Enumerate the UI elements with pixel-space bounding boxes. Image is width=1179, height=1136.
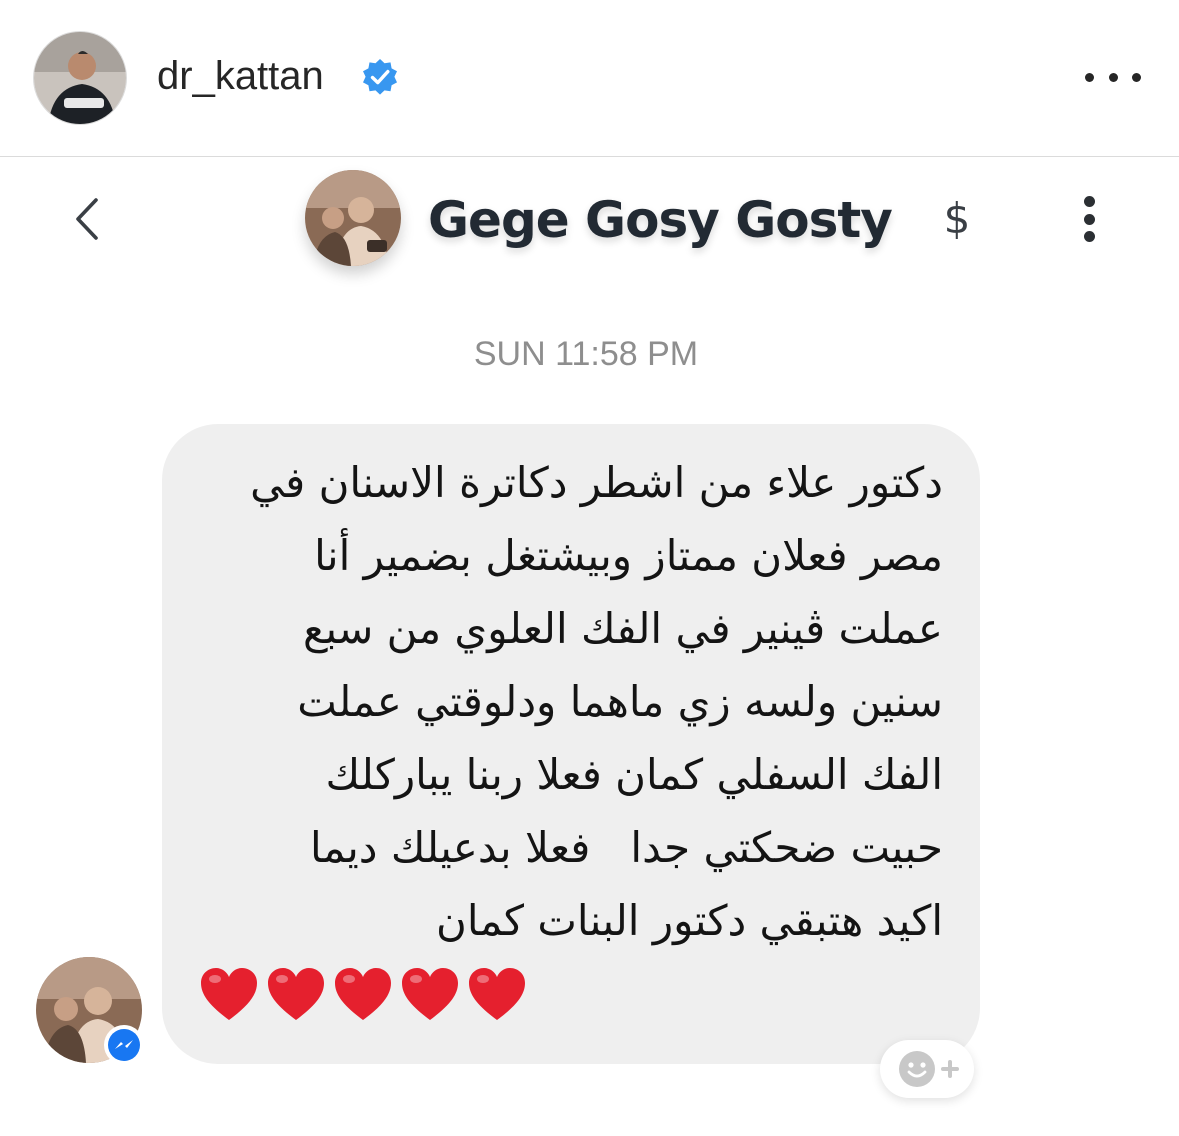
- heart-emoji-icon: [469, 968, 525, 1020]
- heart-emoji-icon: [335, 968, 391, 1020]
- contact-name[interactable]: Gege Gosy Gosty: [428, 188, 893, 252]
- more-vertical-icon[interactable]: [1078, 196, 1100, 242]
- heart-emoji-icon: [268, 968, 324, 1020]
- contact-avatar[interactable]: [305, 170, 401, 266]
- message-timestamp: SUN 11:58 PM: [473, 335, 699, 373]
- heart-emoji-icon: [402, 968, 458, 1020]
- message-line: دكتور علاء من اشطر دكاترة الاسنان في: [250, 458, 943, 507]
- heart-emoji-row: [198, 964, 533, 1034]
- add-reaction-icon[interactable]: [880, 1040, 974, 1098]
- message-bubble[interactable]: دكتور علاء من اشطر دكاترة الاسنان في مصر…: [162, 424, 980, 1064]
- messenger-icon: [104, 1025, 144, 1065]
- more-horizontal-icon[interactable]: [1085, 62, 1141, 92]
- profile-avatar[interactable]: [33, 31, 127, 125]
- message-line: سنين ولسه زي ماهما ودلوقتي عملت: [297, 677, 943, 726]
- message-line: حبيت ضحكتي جدا فعلا بدعيلك ديما: [310, 823, 943, 872]
- username[interactable]: dr_kattan: [157, 50, 324, 102]
- payment-dollar-icon[interactable]: $: [940, 194, 974, 244]
- message-line: مصر فعلان ممتاز وبيشتغل بضمير أنا: [314, 531, 943, 580]
- post-header: dr_kattan: [0, 0, 1179, 157]
- chevron-left-icon[interactable]: [68, 194, 108, 244]
- message-line: عملت ڤينير في الفك العلوي من سبع: [303, 604, 943, 653]
- message-line: الفك السفلي كمان فعلا ربنا يباركلك: [325, 750, 943, 799]
- verified-badge-icon: [363, 59, 397, 95]
- message-line: اكيد هتبقي دكتور البنات كمان: [436, 896, 943, 945]
- heart-emoji-icon: [201, 968, 257, 1020]
